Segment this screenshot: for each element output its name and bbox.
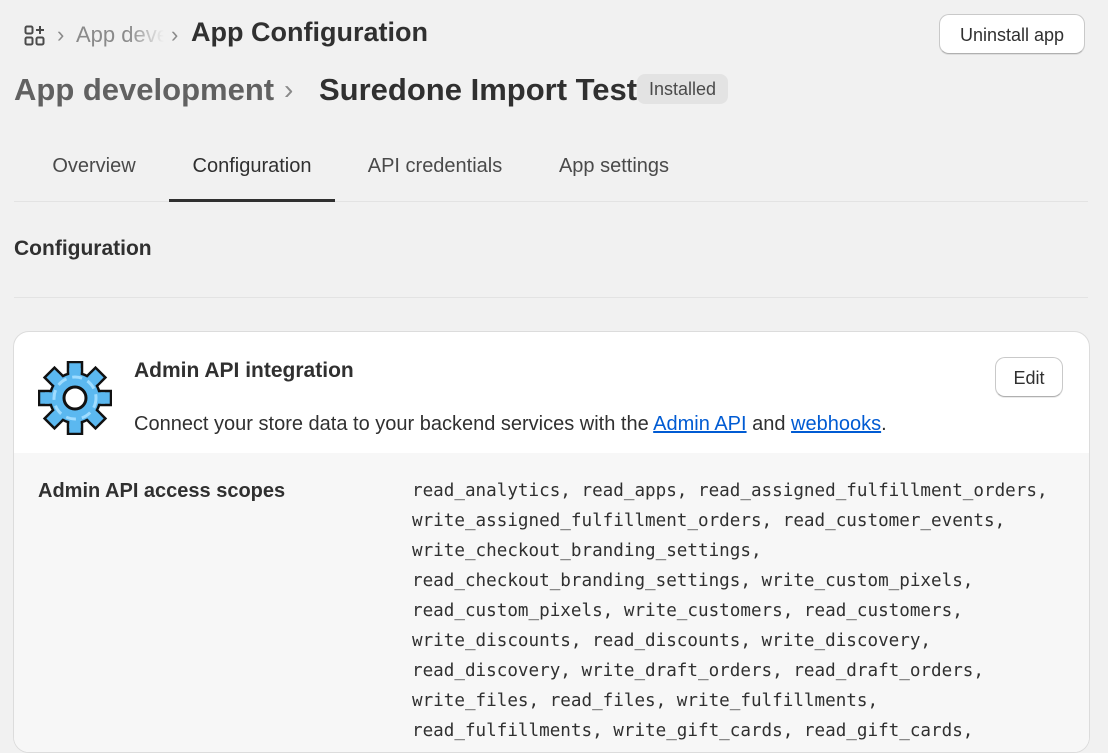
scopes-list: read_analytics, read_apps, read_assigned…: [412, 476, 1072, 746]
tab-api-credentials[interactable]: API credentials: [354, 132, 516, 201]
tab-bar: Overview Configuration API credentials A…: [14, 132, 1088, 202]
page-title: Suredone Import Test: [319, 72, 638, 107]
card-description: Connect your store data to your backend …: [134, 413, 887, 436]
scope-line: read_checkout_branding_settings, write_c…: [412, 571, 974, 591]
breadcrumb-separator: ›: [171, 22, 179, 47]
uninstall-app-button[interactable]: Uninstall app: [939, 14, 1085, 54]
scope-line: read_discovery, write_draft_orders, read…: [412, 661, 984, 681]
scopes-label: Admin API access scopes: [38, 480, 286, 502]
admin-api-link[interactable]: Admin API: [653, 413, 746, 435]
description-text: .: [881, 413, 887, 435]
breadcrumb-parent-link[interactable]: App development: [76, 20, 164, 50]
tab-overview[interactable]: Overview: [36, 132, 152, 201]
admin-api-card: Admin API integration Edit Connect your …: [13, 331, 1090, 753]
status-badge: Installed: [637, 74, 729, 104]
breadcrumb-separator: ›: [57, 22, 65, 47]
gear-icon: [38, 361, 112, 435]
title-parent-link[interactable]: App development: [14, 70, 274, 110]
scope-line: read_analytics, read_apps, read_assigned…: [412, 481, 1048, 501]
scope-line: read_custom_pixels, write_customers, rea…: [412, 601, 963, 621]
card-title: Admin API integration: [134, 359, 354, 382]
scope-line: read_fulfillments, write_gift_cards, rea…: [412, 721, 974, 741]
scope-line: write_discounts, read_discounts, write_d…: [412, 631, 932, 651]
description-text: Connect your store data to your backend …: [134, 413, 654, 435]
scope-line: write_checkout_branding_settings,: [412, 541, 762, 561]
breadcrumb-current: App Configuration: [191, 17, 428, 47]
tab-app-settings[interactable]: App settings: [536, 132, 692, 201]
section-divider: [14, 297, 1088, 298]
apps-grid-icon[interactable]: [24, 25, 46, 47]
edit-button[interactable]: Edit: [995, 357, 1063, 397]
scope-line: write_files, read_files, write_fulfillme…: [412, 691, 879, 711]
top-bar: › App development › App Configuration Un…: [0, 0, 1108, 68]
webhooks-link[interactable]: webhooks: [791, 413, 881, 435]
description-text: and: [746, 413, 792, 435]
section-title: Configuration: [14, 237, 152, 260]
title-chevron: ›: [284, 74, 294, 105]
scope-line: write_assigned_fulfillment_orders, read_…: [412, 511, 1006, 531]
tab-configuration[interactable]: Configuration: [169, 132, 335, 202]
scopes-section: Admin API access scopes read_analytics, …: [14, 453, 1089, 752]
